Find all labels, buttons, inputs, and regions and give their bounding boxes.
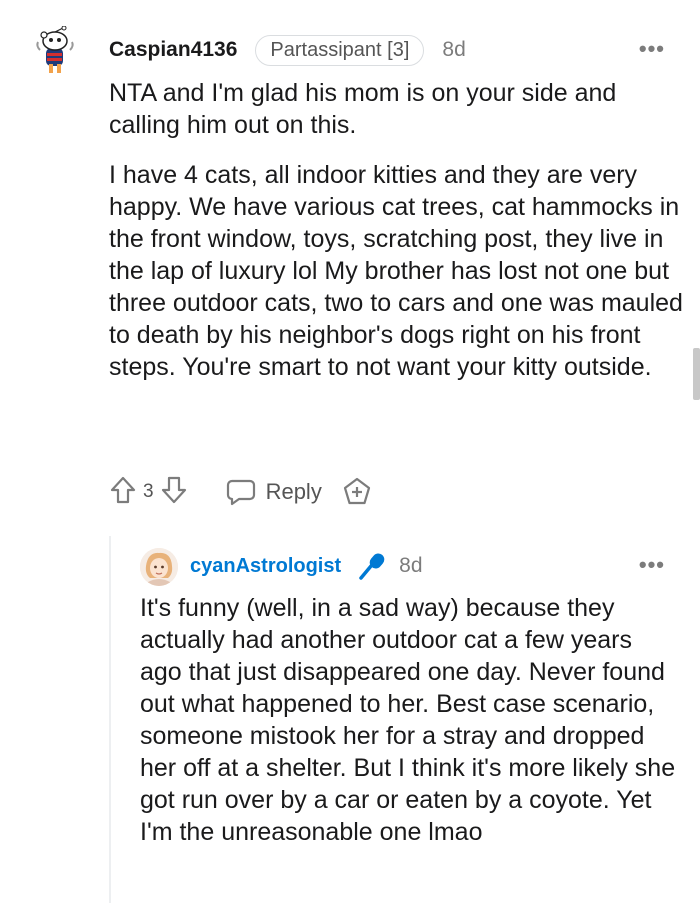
comment-body: It's funny (well, in a sad way) because … xyxy=(140,592,680,866)
mic-icon xyxy=(357,551,387,581)
reply-label: Reply xyxy=(265,479,322,504)
more-options-icon[interactable]: ••• xyxy=(639,552,665,578)
username[interactable]: Caspian4136 xyxy=(109,38,237,62)
more-options-icon[interactable]: ••• xyxy=(639,36,665,62)
user-flair: Partassipant [3] xyxy=(255,34,425,66)
scrollbar-thumb[interactable] xyxy=(693,348,700,400)
reply-icon xyxy=(226,479,255,506)
upvote-icon[interactable] xyxy=(109,475,137,510)
comment-paragraph: It's funny (well, in a sad way) because … xyxy=(140,594,676,846)
award-icon xyxy=(343,477,370,505)
reply-button[interactable]: Reply xyxy=(226,478,322,506)
comment-actions: 3 Reply xyxy=(109,474,372,510)
thread-line[interactable] xyxy=(109,536,111,903)
snoo-avatar-icon xyxy=(36,25,74,73)
downvote-icon[interactable] xyxy=(160,475,188,510)
user-avatar[interactable] xyxy=(30,25,80,76)
comment-header: cyanAstrologist 8d xyxy=(190,550,423,582)
comment-body: NTA and I'm glad his mom is on your side… xyxy=(109,77,684,401)
comment-paragraph: I have 4 cats, all indoor kitties and th… xyxy=(109,161,683,381)
comment-header: Caspian4136 Partassipant [3] 8d xyxy=(109,34,466,66)
vote-score: 3 xyxy=(143,481,154,502)
comment-paragraph: NTA and I'm glad his mom is on your side… xyxy=(109,79,617,139)
timestamp: 8d xyxy=(399,554,423,577)
timestamp: 8d xyxy=(442,38,466,61)
award-button[interactable] xyxy=(342,477,372,507)
username[interactable]: cyanAstrologist xyxy=(190,555,341,578)
avatar-icon xyxy=(140,548,178,586)
user-avatar[interactable] xyxy=(140,548,178,586)
